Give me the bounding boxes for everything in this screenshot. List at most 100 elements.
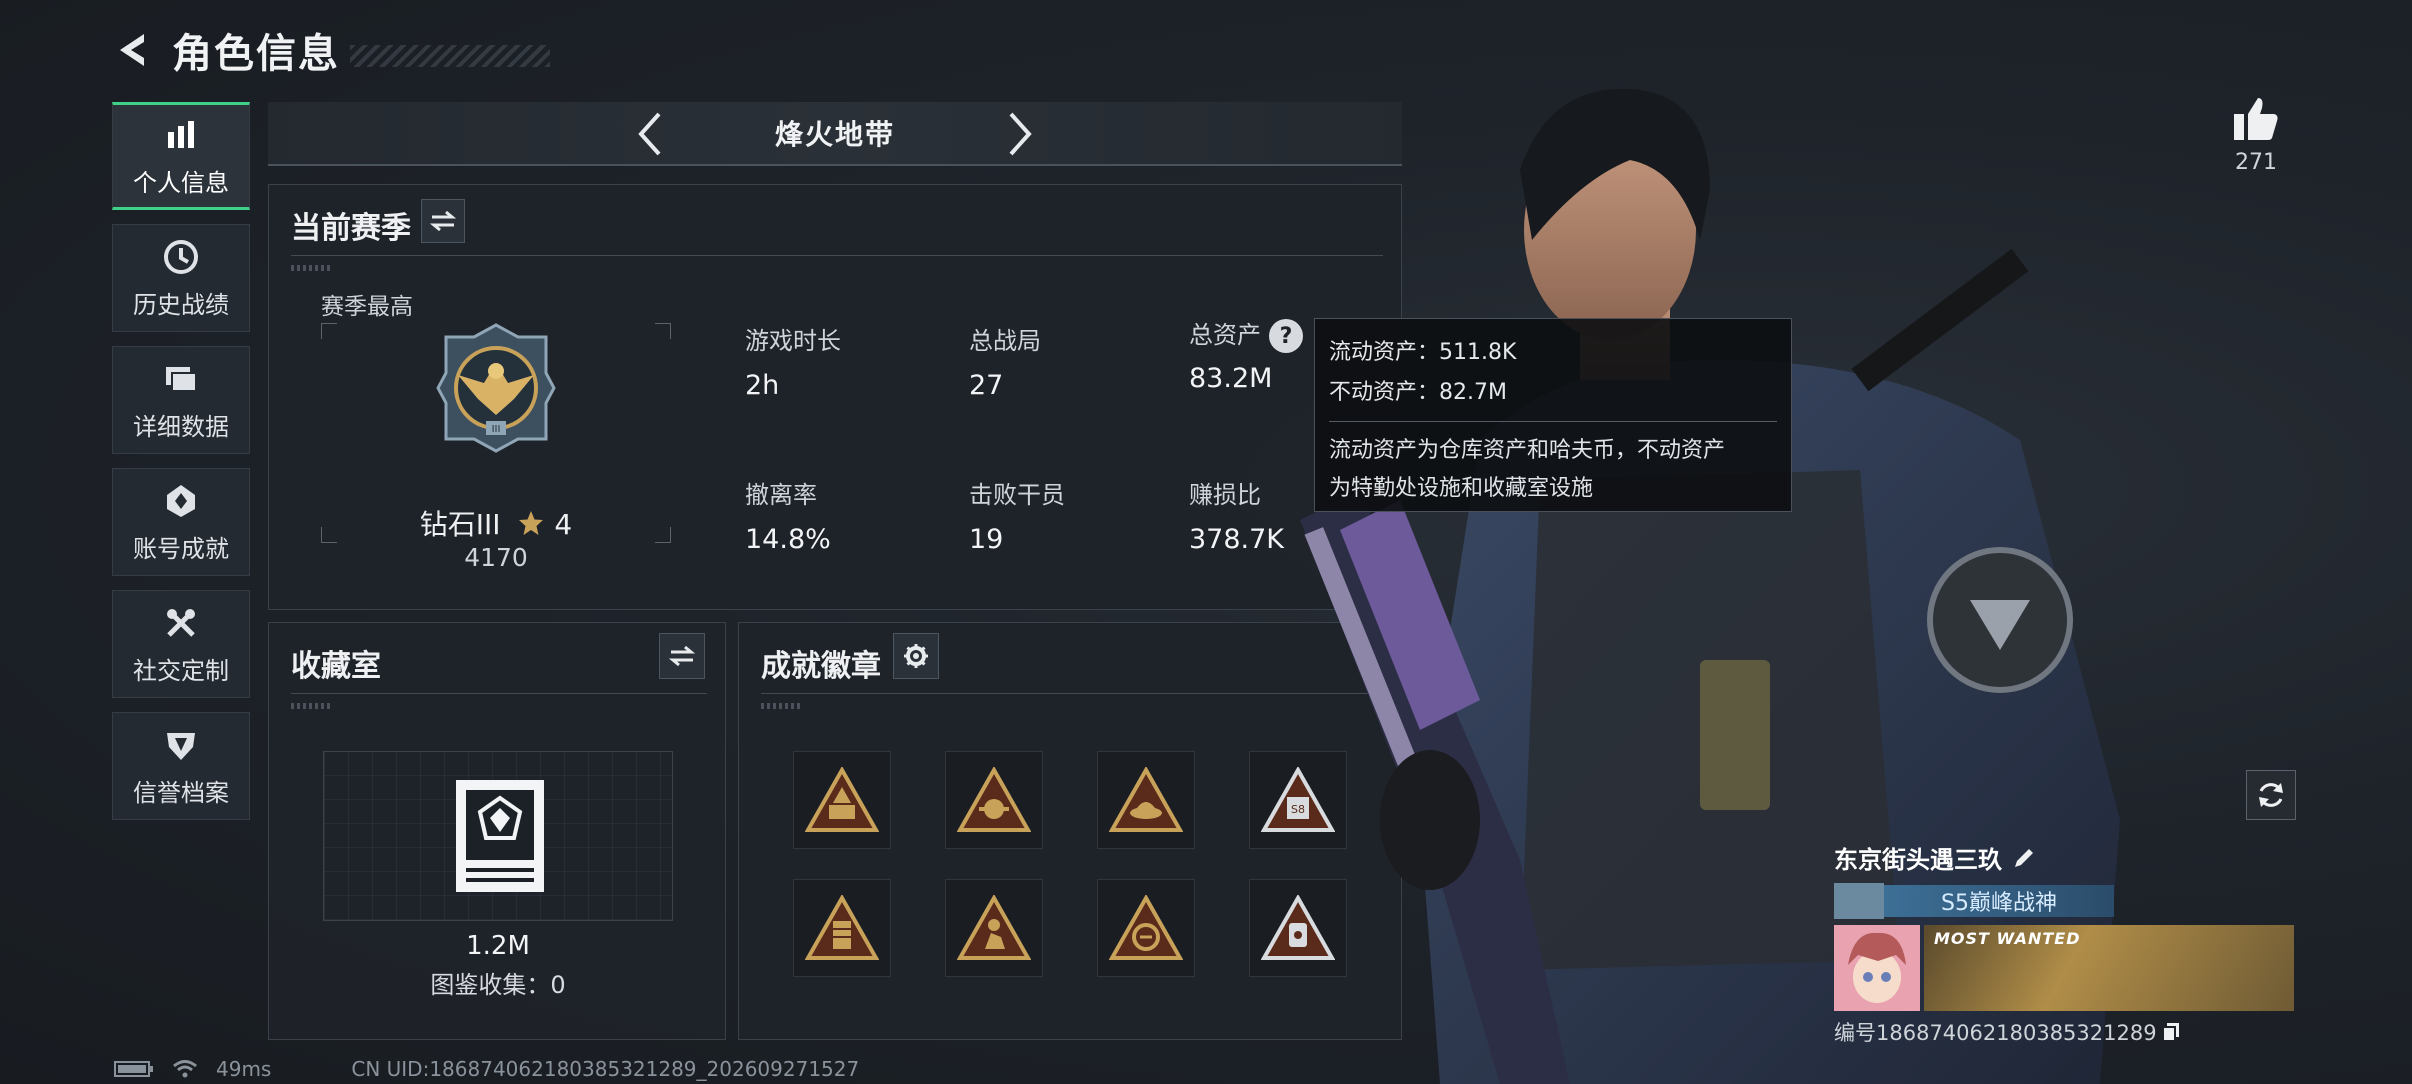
svg-text:III: III <box>492 424 501 435</box>
achievement-badge[interactable] <box>945 879 1043 977</box>
chevron-right-icon <box>1009 112 1032 156</box>
achievement-badge[interactable] <box>793 751 891 849</box>
sidebar-item-detail-data[interactable]: 详细数据 <box>112 346 250 454</box>
collection-room-preview[interactable] <box>323 751 673 921</box>
stat-value: 378.7K <box>1189 524 1285 555</box>
divider-ticks <box>291 703 331 709</box>
tooltip-description-line1: 流动资产为仓库资产和哈夫币，不动资产 <box>1329 438 1726 463</box>
player-id: 编号1868740621803853212​89 <box>1834 1021 2157 1045</box>
achievement-badge[interactable] <box>1097 751 1195 849</box>
sidebar-item-label: 账号成就 <box>133 534 229 563</box>
like-button[interactable]: 271 <box>2226 96 2286 175</box>
triangle-badge-icon <box>805 767 879 832</box>
gear-icon <box>904 644 928 668</box>
player-id-row: 编号1868740621803853212​89 <box>1834 1017 2294 1047</box>
mode-prev-button[interactable] <box>626 110 674 158</box>
help-icon[interactable]: ? <box>1269 319 1303 353</box>
copy-icon[interactable] <box>2161 1021 2181 1043</box>
avatar[interactable] <box>1834 925 1920 1011</box>
stat-value: 2h <box>745 370 780 401</box>
shield-icon <box>161 725 201 765</box>
achievements-title: 成就徽章 <box>761 649 881 684</box>
stat-label: 游戏时长 <box>745 327 841 355</box>
rank-score: 4170 <box>464 543 528 572</box>
player-title: S5巅峰战神 <box>1884 885 2114 917</box>
sidebar-item-label: 历史战绩 <box>133 290 229 319</box>
stat-label: 赚损比 <box>1189 481 1261 509</box>
stat-total-assets: 总资产? 83.2M <box>1189 315 1303 394</box>
header: 角色信息 <box>110 20 550 80</box>
edit-icon[interactable] <box>2012 846 2036 870</box>
chevron-left-icon <box>638 112 661 156</box>
mode-selector: 烽火地带 <box>268 102 1402 166</box>
rank-stars: 4 <box>554 508 573 541</box>
triangle-badge-icon <box>1109 767 1183 832</box>
stat-value: 83.2M <box>1189 363 1273 394</box>
collection-switch-button[interactable] <box>659 633 705 679</box>
sidebar-item-history[interactable]: 历史战绩 <box>112 224 250 332</box>
divider-ticks <box>291 265 331 271</box>
sidebar-item-achievements[interactable]: 账号成就 <box>112 468 250 576</box>
back-button[interactable] <box>110 26 158 74</box>
refresh-icon <box>2259 783 2283 807</box>
achievement-badge[interactable] <box>945 751 1043 849</box>
tools-icon <box>161 603 201 643</box>
swap-icon <box>430 210 456 232</box>
triangle-badge-icon <box>805 895 879 960</box>
divider <box>1329 421 1777 422</box>
status-bar: 49ms CN UID:1868740621803853212​89_20260… <box>114 1054 859 1084</box>
triangle-badge-icon <box>1109 895 1183 960</box>
stat-value: 19 <box>969 524 1004 555</box>
tooltip-liquid-assets: 流动资产：511.8K <box>1329 340 1517 365</box>
achievements-settings-button[interactable] <box>893 633 939 679</box>
ping-text: 49ms <box>216 1057 272 1081</box>
wifi-icon <box>173 1060 197 1078</box>
season-switch-button[interactable] <box>421 199 465 243</box>
sidebar-item-label: 个人信息 <box>133 168 229 197</box>
stat-label: 撤离率 <box>745 481 817 509</box>
tooltip-fixed-assets: 不动资产：82.7M <box>1329 380 1507 405</box>
stat-extraction-rate: 撤离率 14.8% <box>745 475 831 555</box>
back-arrow-icon <box>120 34 144 66</box>
player-banner[interactable]: MOST WANTED <box>1834 925 2294 1011</box>
triangle-badge-icon <box>957 767 1031 832</box>
sidebar-item-credit[interactable]: 信誉档案 <box>112 712 250 820</box>
season-title: 当前赛季 <box>291 211 411 246</box>
player-title-row: S5巅峰战神 <box>1834 883 2294 919</box>
player-name-row: 东京街头遇三玖 <box>1834 840 2294 875</box>
rotate-model-button[interactable] <box>2246 770 2296 820</box>
divider <box>761 693 1383 694</box>
stat-value: 27 <box>969 370 1004 401</box>
divider <box>291 255 1383 256</box>
sidebar: 个人信息 历史战绩 详细数据 账号成就 社交定制 信誉档案 <box>112 102 250 834</box>
stat-label: 总战局 <box>969 327 1041 355</box>
folder-icon <box>161 359 201 399</box>
stat-value: 14.8% <box>745 524 831 555</box>
like-count: 271 <box>2235 150 2277 175</box>
banner-text: MOST WANTED <box>1934 929 2081 948</box>
mode-title: 烽火地带 <box>774 118 895 151</box>
collection-panel: 收藏室 1.2M 图鉴收集：0 <box>268 622 726 1040</box>
assets-tooltip: 流动资产：511.8K 不动资产：82.7M 流动资产为仓库资产和哈夫币，不动资… <box>1314 318 1792 512</box>
swap-icon <box>669 645 695 667</box>
divider-ticks <box>761 703 801 709</box>
stat-profit-loss-ratio: 赚损比 378.7K <box>1189 475 1284 555</box>
sidebar-item-personal-info[interactable]: 个人信息 <box>112 102 250 210</box>
mode-next-button[interactable] <box>996 110 1044 158</box>
star-icon <box>519 511 544 535</box>
achievement-badge[interactable] <box>793 879 891 977</box>
title-emblem-icon <box>1834 883 1884 919</box>
achievement-badge[interactable] <box>1097 879 1195 977</box>
vault-icon <box>456 780 544 892</box>
triangle-badge-icon <box>957 895 1031 960</box>
player-name: 东京街头遇三玖 <box>1834 846 2002 874</box>
header-decoration <box>350 45 550 67</box>
uid-text: CN UID:1868740621803853212​89_2026092715… <box>351 1057 860 1081</box>
achievement-icon <box>161 481 201 521</box>
sidebar-item-label: 详细数据 <box>133 412 229 441</box>
collection-title: 收藏室 <box>291 649 381 684</box>
collection-progress: 图鉴收集：0 <box>430 971 566 999</box>
sidebar-item-social[interactable]: 社交定制 <box>112 590 250 698</box>
clock-icon <box>161 237 201 277</box>
sidebar-item-label: 社交定制 <box>133 656 229 685</box>
